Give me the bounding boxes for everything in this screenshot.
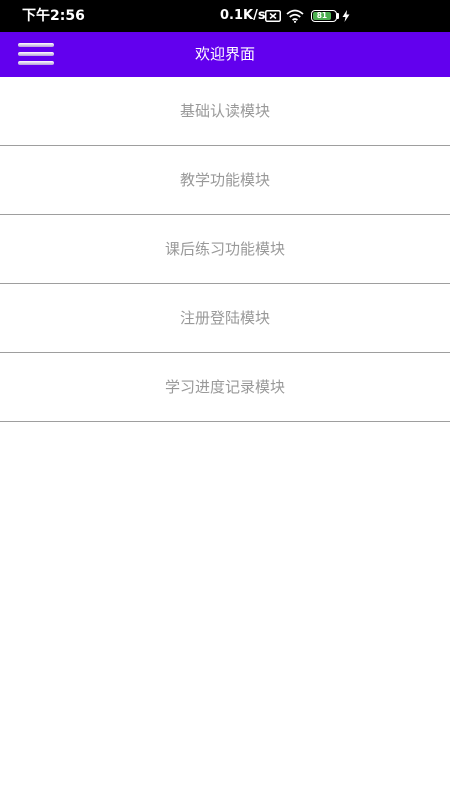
hamburger-menu-icon[interactable] [18, 42, 54, 66]
module-item-register-login[interactable]: 注册登陆模块 [0, 284, 450, 353]
app-title: 欢迎界面 [194, 45, 255, 63]
module-item-teaching[interactable]: 教学功能模块 [0, 146, 450, 215]
menu-line [18, 61, 54, 65]
module-item-homework[interactable]: 课后练习功能模块 [0, 215, 450, 284]
battery-icon: 81 [311, 10, 337, 22]
sim-x-icon [265, 10, 281, 22]
module-item-basic-reading[interactable]: 基础认读模块 [0, 77, 450, 146]
app-bar: 欢迎界面 [0, 32, 450, 77]
battery-level: 81 [313, 12, 331, 20]
module-item-progress-record[interactable]: 学习进度记录模块 [0, 353, 450, 422]
status-time: 下午2:56 [22, 8, 85, 24]
menu-line [18, 52, 54, 56]
status-bar: 下午2:56 0.1K/s 81 [0, 0, 450, 32]
wifi-icon [286, 9, 304, 23]
charging-icon [342, 10, 350, 22]
network-speed: 0.1K/s [220, 8, 266, 23]
battery-tip [337, 13, 339, 19]
module-list: 基础认读模块 教学功能模块 课后练习功能模块 注册登陆模块 学习进度记录模块 [0, 77, 450, 422]
menu-line [18, 43, 54, 47]
